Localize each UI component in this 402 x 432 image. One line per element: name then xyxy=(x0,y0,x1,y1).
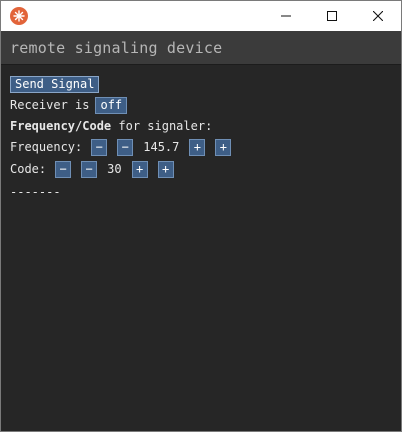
maximize-button[interactable] xyxy=(309,1,355,31)
frequency-label: Frequency: xyxy=(10,140,83,154)
minimize-button[interactable] xyxy=(263,1,309,31)
receiver-label: Receiver is xyxy=(10,98,90,112)
frequency-value: 145.7 xyxy=(143,140,180,154)
close-button[interactable] xyxy=(355,1,401,31)
frequency-decrease-large-button[interactable]: − xyxy=(91,138,108,156)
send-signal-button[interactable]: Send Signal xyxy=(10,75,100,93)
code-increase-large-button[interactable]: + xyxy=(157,160,174,178)
title-bar[interactable] xyxy=(1,1,401,31)
app-header-title: remote signaling device xyxy=(1,31,401,65)
section-label-rest: for signaler: xyxy=(111,119,213,133)
frequency-decrease-small-button[interactable]: − xyxy=(117,138,134,156)
frequency-increase-large-button[interactable]: + xyxy=(215,138,232,156)
code-value: 30 xyxy=(107,162,122,176)
frequency-increase-small-button[interactable]: + xyxy=(189,138,206,156)
code-increase-small-button[interactable]: + xyxy=(131,160,148,178)
code-label: Code: xyxy=(10,162,47,176)
code-decrease-small-button[interactable]: − xyxy=(81,160,98,178)
signal-output-text: ------- xyxy=(10,185,61,199)
main-content: Send Signal Receiver is off Frequency/Co… xyxy=(1,66,401,431)
app-logo-icon xyxy=(10,7,28,25)
maximize-icon xyxy=(327,11,337,21)
code-decrease-large-button[interactable]: − xyxy=(55,160,72,178)
minimize-icon xyxy=(281,15,291,17)
frequency-row: Frequency: − − 145.7 + + xyxy=(10,138,232,156)
section-label-bold: Frequency/Code xyxy=(10,119,112,133)
code-row: Code: − − 30 + + xyxy=(10,160,174,178)
section-label: Frequency/Code for signaler: xyxy=(10,117,212,135)
close-icon xyxy=(373,11,383,21)
app-window: remote signaling device Send Signal Rece… xyxy=(0,0,402,432)
receiver-toggle-button[interactable]: off xyxy=(95,96,128,114)
